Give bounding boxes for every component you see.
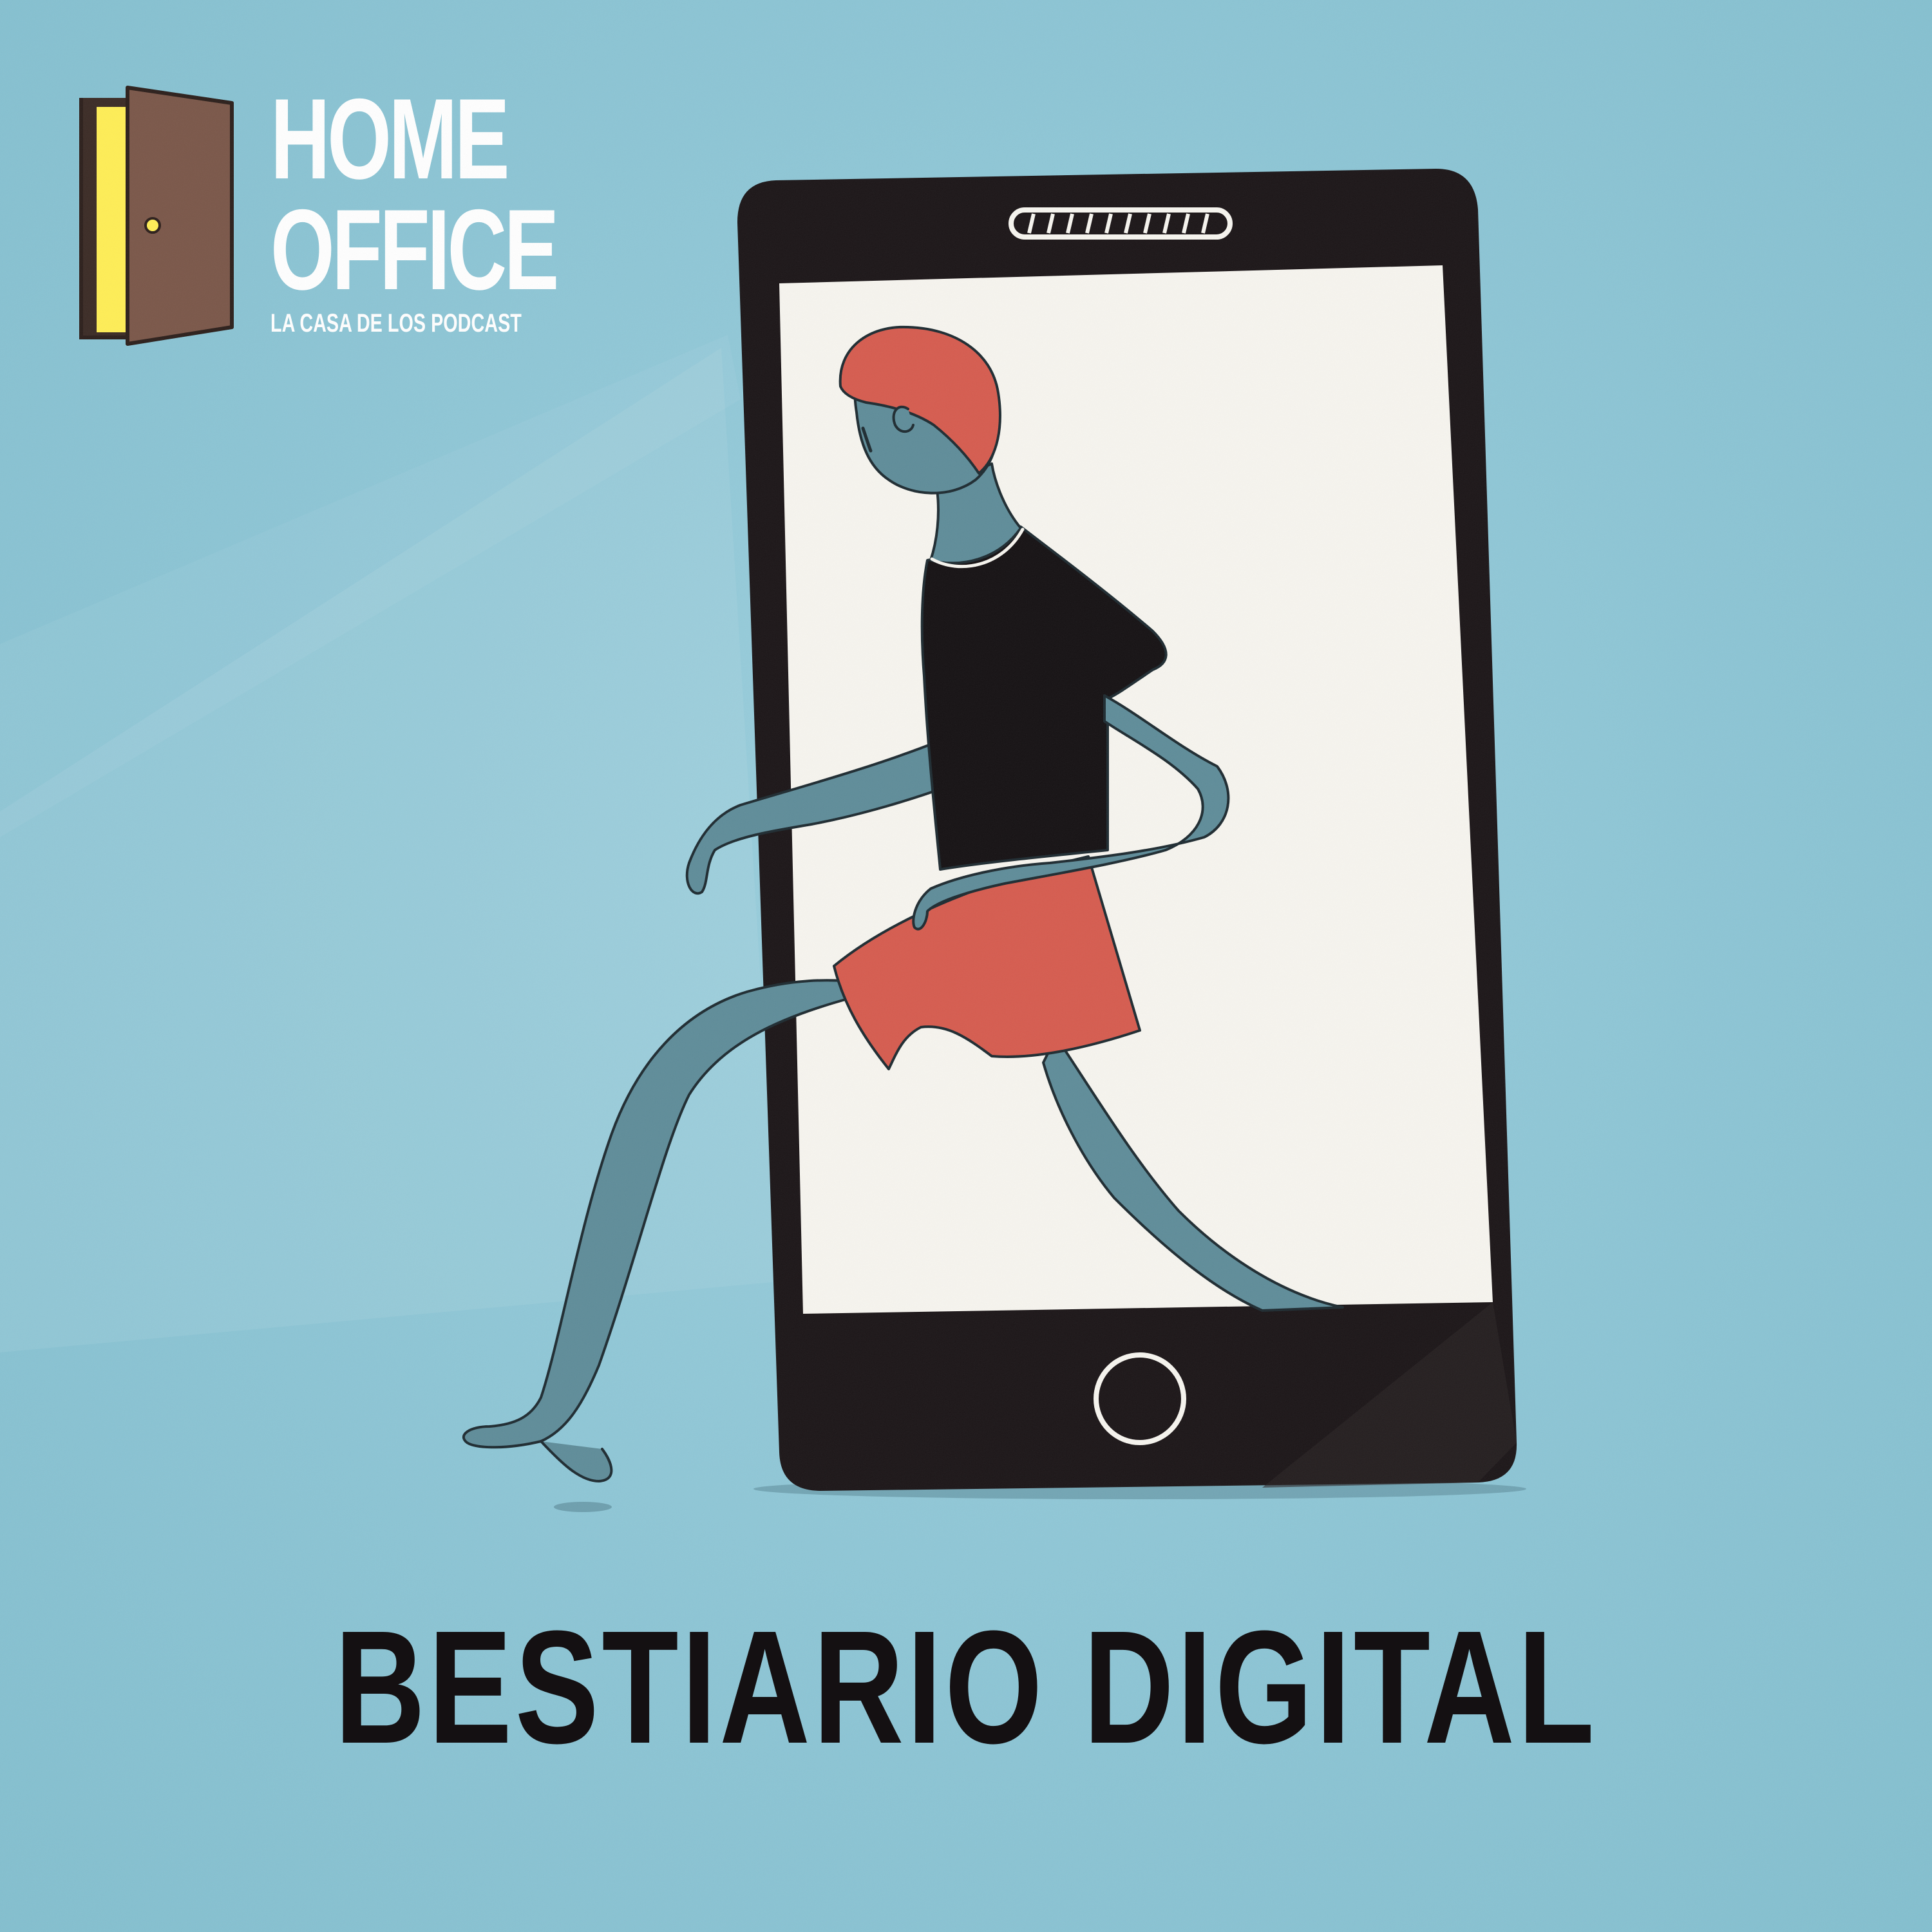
podcast-title: BESTIARIO DIGITAL <box>0 1597 1932 1777</box>
podcast-title-text: BESTIARIO DIGITAL <box>334 1597 1598 1777</box>
